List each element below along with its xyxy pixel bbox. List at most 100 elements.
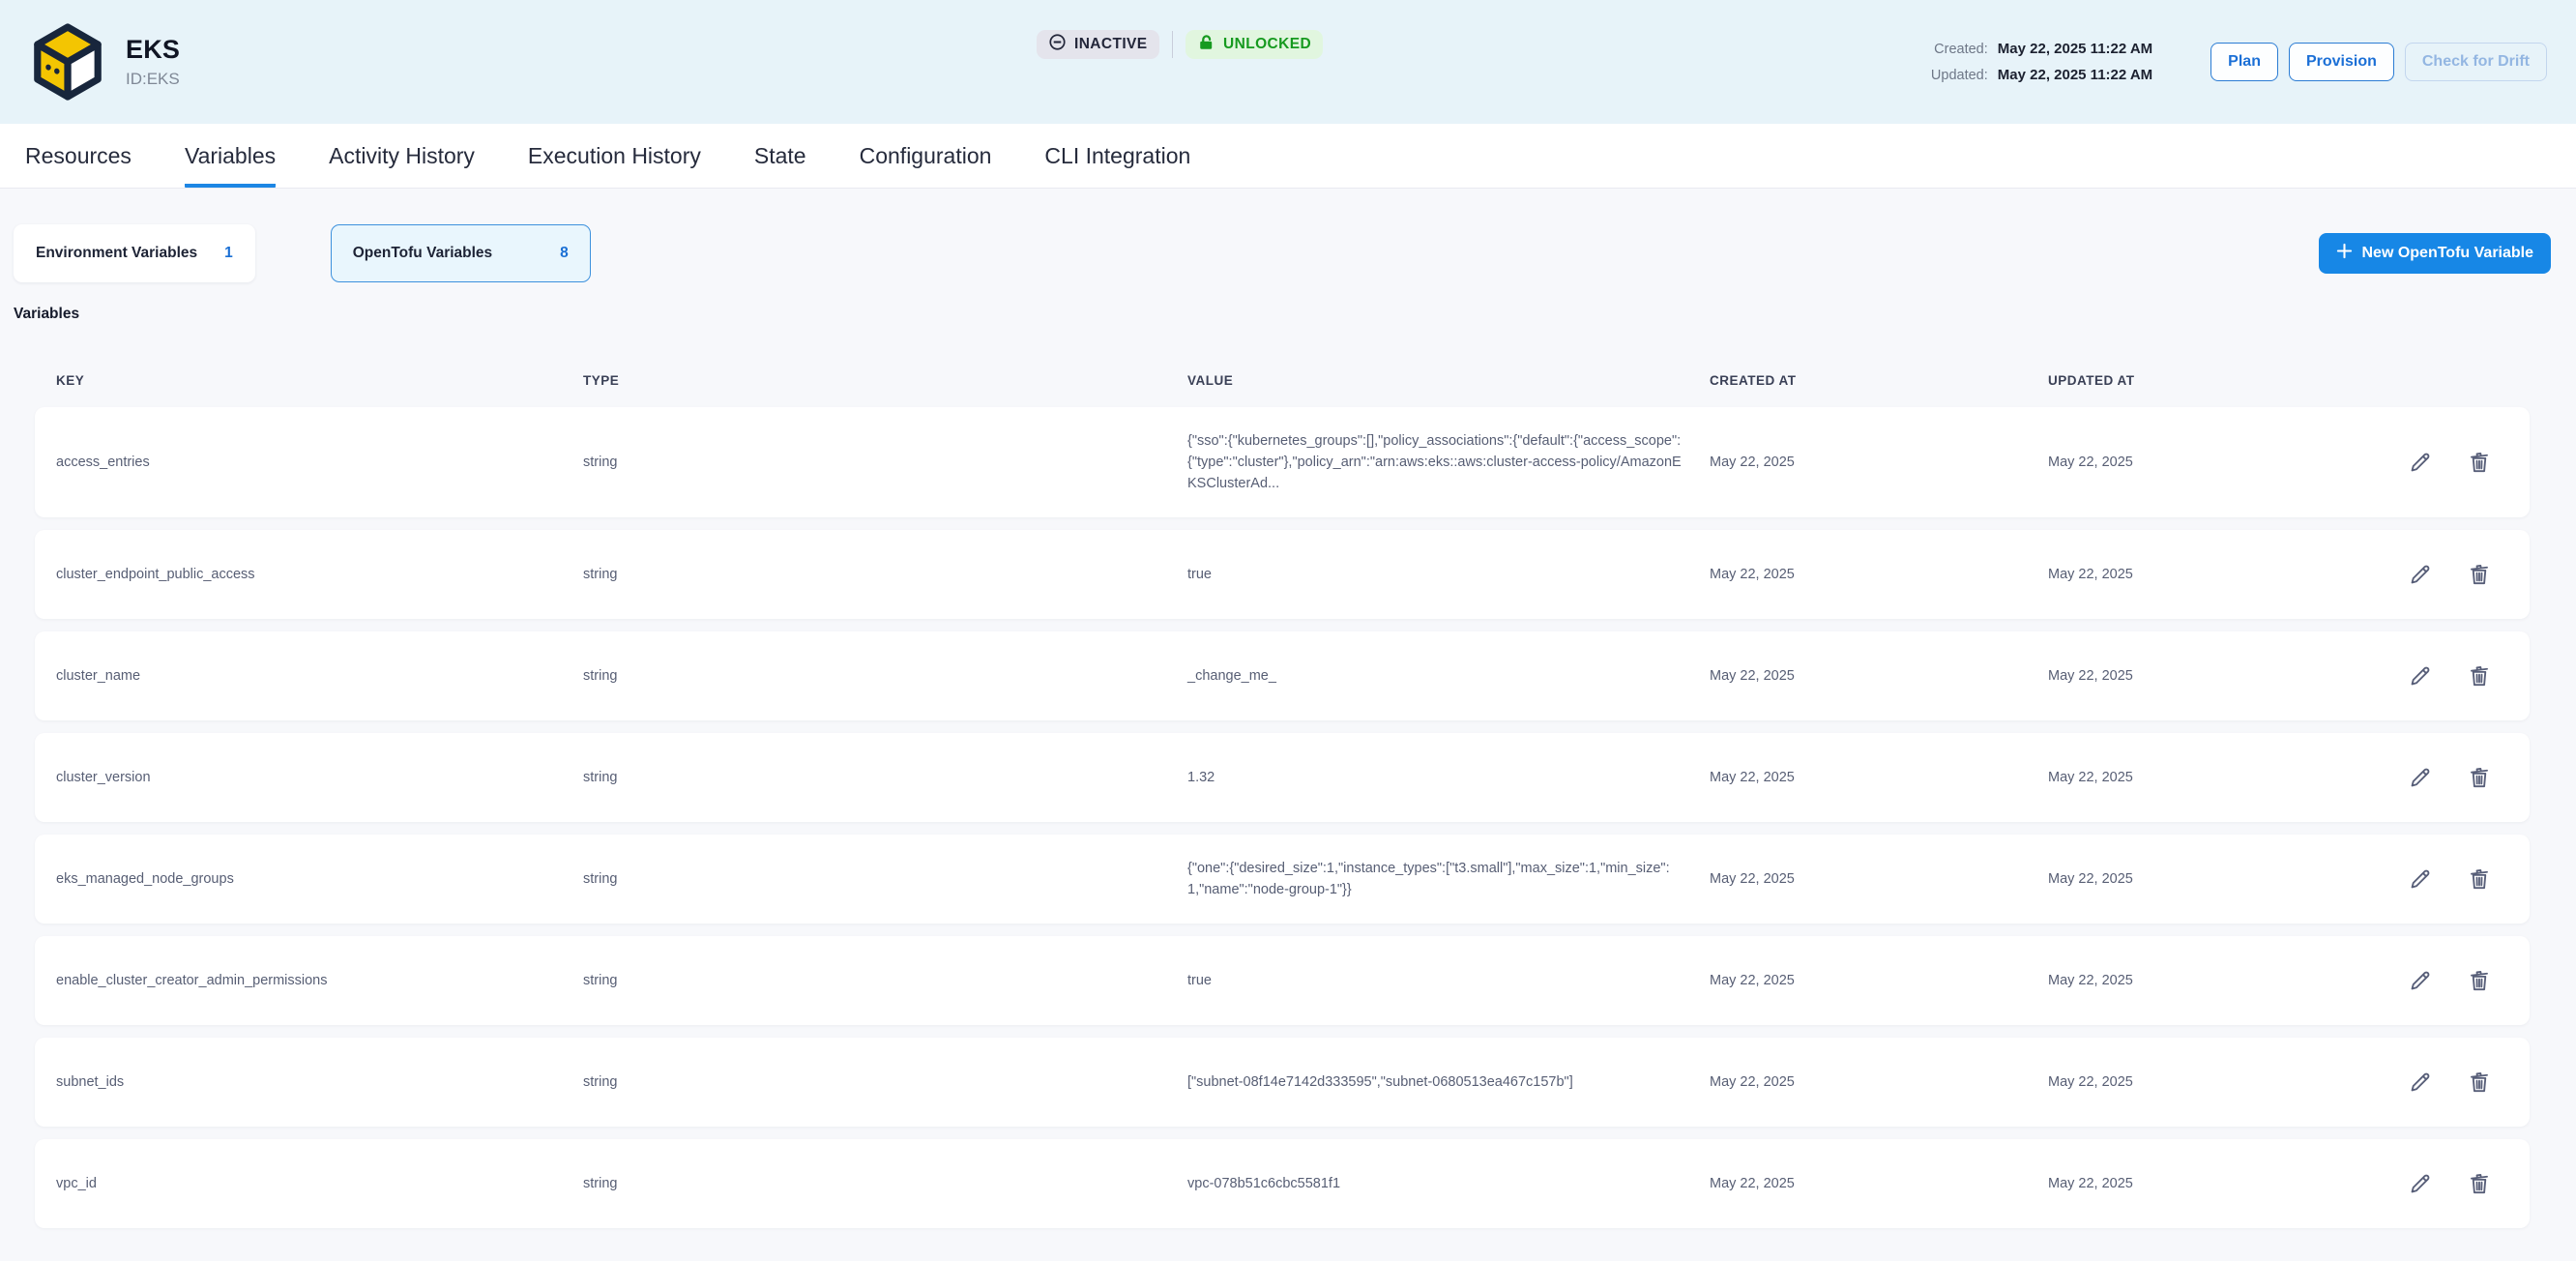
variable-key: cluster_endpoint_public_access: [56, 564, 583, 585]
section-title: Variables: [14, 306, 2576, 323]
tab-bar: Resources Variables Activity History Execut…: [0, 124, 2576, 189]
delete-variable-button[interactable]: [2467, 866, 2493, 893]
badge-divider: [1172, 31, 1174, 58]
check-for-drift-button[interactable]: Check for Drift: [2405, 43, 2547, 81]
tab-resources[interactable]: Resources: [25, 124, 132, 188]
timestamps: Created: May 22, 2025 11:22 AM Updated: …: [1918, 41, 2152, 83]
table-row: enable_cluster_creator_admin_permissions…: [35, 936, 2530, 1025]
variable-type: string: [583, 452, 1187, 473]
variable-key: access_entries: [56, 452, 583, 473]
variable-updated-at: May 22, 2025: [2048, 452, 2382, 473]
variable-type: string: [583, 767, 1187, 788]
variable-value: true: [1187, 564, 1685, 585]
column-header-key: KEY: [56, 373, 583, 388]
table-row: eks_managed_node_groups string {"one":{"…: [35, 835, 2530, 924]
variable-created-at: May 22, 2025: [1710, 970, 2048, 991]
column-header-updated-at: UPDATED AT: [2048, 373, 2382, 388]
header-actions: Plan Provision Check for Drift: [2210, 43, 2547, 81]
variable-value: 1.32: [1187, 767, 1685, 788]
variable-created-at: May 22, 2025: [1710, 564, 2048, 585]
variable-created-at: May 22, 2025: [1710, 767, 2048, 788]
edit-variable-button[interactable]: [2408, 968, 2434, 994]
subtab-label: Environment Variables: [36, 245, 197, 262]
edit-variable-button[interactable]: [2408, 1171, 2434, 1197]
subtab-environment-variables[interactable]: Environment Variables1: [14, 224, 255, 282]
variable-type: string: [583, 665, 1187, 687]
plus-icon: [2336, 243, 2353, 264]
delete-variable-button[interactable]: [2467, 1070, 2493, 1096]
edit-variable-button[interactable]: [2408, 562, 2434, 588]
updated-value: May 22, 2025 11:22 AM: [1998, 67, 2152, 83]
delete-variable-button[interactable]: [2467, 968, 2493, 994]
row-actions: [2408, 1070, 2508, 1096]
pencil-icon: [2408, 663, 2433, 689]
row-actions: [2408, 765, 2508, 791]
new-opentofu-variable-button[interactable]: New OpenTofu Variable: [2319, 233, 2551, 274]
variable-value: _change_me_: [1187, 665, 1685, 687]
column-header-value: VALUE: [1187, 373, 1710, 388]
stack-id: ID:EKS: [126, 70, 180, 89]
variable-type: string: [583, 564, 1187, 585]
variable-updated-at: May 22, 2025: [2048, 1071, 2382, 1093]
row-actions: [2408, 866, 2508, 893]
row-actions: [2408, 663, 2508, 689]
delete-variable-button[interactable]: [2467, 450, 2493, 476]
circle-minus-icon: [1048, 33, 1067, 56]
tab-configuration[interactable]: Configuration: [860, 124, 992, 188]
column-header-created-at: CREATED AT: [1710, 373, 2048, 388]
column-header-type: TYPE: [583, 373, 1187, 388]
row-actions: [2408, 562, 2508, 588]
delete-variable-button[interactable]: [2467, 1171, 2493, 1197]
variables-page: Environment Variables1 OpenTofu Variables…: [0, 189, 2576, 1228]
edit-variable-button[interactable]: [2408, 450, 2434, 476]
page-title: EKS: [126, 35, 180, 65]
created-label: Created:: [1918, 42, 1988, 57]
variable-key: vpc_id: [56, 1173, 583, 1194]
subtab-opentofu-variables[interactable]: OpenTofu Variables8: [331, 224, 591, 282]
variables-table: access_entries string {"sso":{"kubernete…: [35, 407, 2530, 1228]
row-actions: [2408, 450, 2508, 476]
tab-cli-integration[interactable]: CLI Integration: [1044, 124, 1190, 188]
trash-icon: [2467, 562, 2492, 587]
updated-label: Updated:: [1918, 68, 1988, 83]
variable-value: ["subnet-08f14e7142d333595","subnet-0680…: [1187, 1071, 1685, 1093]
trash-icon: [2467, 450, 2492, 475]
variable-type: string: [583, 868, 1187, 890]
variable-type: string: [583, 1173, 1187, 1194]
variable-updated-at: May 22, 2025: [2048, 767, 2382, 788]
variable-type-tabs: Environment Variables1 OpenTofu Variables…: [0, 224, 2576, 282]
edit-variable-button[interactable]: [2408, 1070, 2434, 1096]
tab-variables[interactable]: Variables: [185, 124, 276, 188]
provision-button[interactable]: Provision: [2289, 43, 2394, 81]
delete-variable-button[interactable]: [2467, 663, 2493, 689]
variable-created-at: May 22, 2025: [1710, 665, 2048, 687]
delete-variable-button[interactable]: [2467, 765, 2493, 791]
delete-variable-button[interactable]: [2467, 562, 2493, 588]
tab-state[interactable]: State: [754, 124, 806, 188]
trash-icon: [2467, 1171, 2492, 1196]
tab-execution-history[interactable]: Execution History: [528, 124, 701, 188]
stack-header: EKS ID:EKS INACTIVE UNLOCKED: [0, 0, 2576, 124]
variable-key: cluster_version: [56, 767, 583, 788]
variable-created-at: May 22, 2025: [1710, 452, 2048, 473]
table-row: cluster_endpoint_public_access string tr…: [35, 530, 2530, 619]
trash-icon: [2467, 866, 2492, 892]
unlock-icon: [1197, 33, 1215, 56]
pencil-icon: [2408, 1171, 2433, 1196]
table-row: vpc_id string vpc-078b51c6cbc5581f1 May …: [35, 1139, 2530, 1228]
pencil-icon: [2408, 450, 2433, 475]
subtab-label: OpenTofu Variables: [353, 245, 492, 262]
variable-value: vpc-078b51c6cbc5581f1: [1187, 1173, 1685, 1194]
trash-icon: [2467, 765, 2492, 790]
trash-icon: [2467, 663, 2492, 689]
pencil-icon: [2408, 968, 2433, 993]
plan-button[interactable]: Plan: [2210, 43, 2278, 81]
variable-value: {"one":{"desired_size":1,"instance_types…: [1187, 858, 1685, 900]
pencil-icon: [2408, 866, 2433, 892]
edit-variable-button[interactable]: [2408, 663, 2434, 689]
pencil-icon: [2408, 765, 2433, 790]
edit-variable-button[interactable]: [2408, 765, 2434, 791]
edit-variable-button[interactable]: [2408, 866, 2434, 893]
tab-activity-history[interactable]: Activity History: [329, 124, 475, 188]
table-header-row: KEYTYPEVALUECREATED ATUPDATED AT: [35, 373, 2530, 388]
